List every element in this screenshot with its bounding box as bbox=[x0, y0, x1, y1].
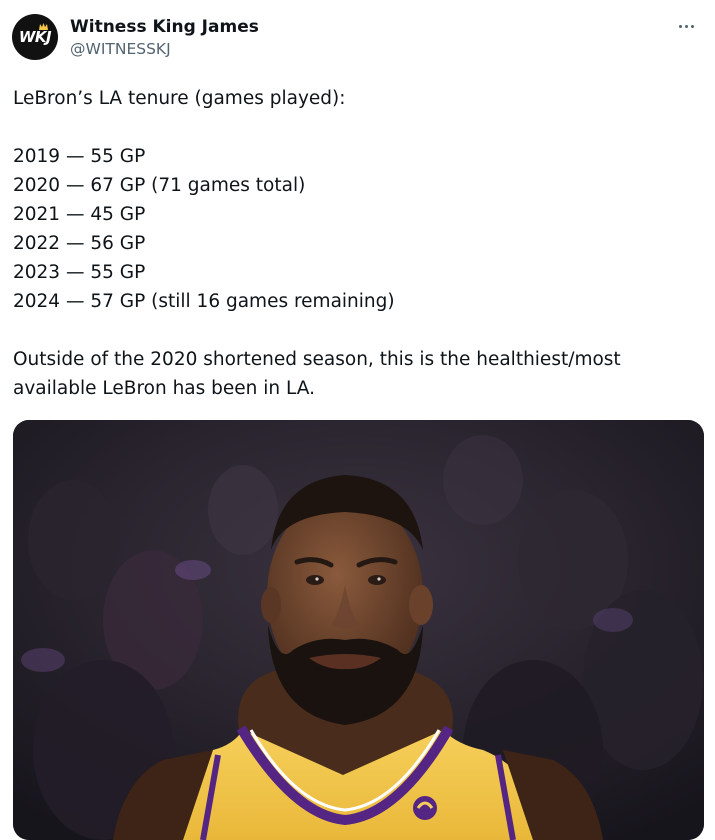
menu-dot bbox=[690, 24, 694, 28]
season-line: 2023 — 55 GP bbox=[13, 262, 146, 283]
menu-dot bbox=[678, 24, 682, 28]
tweet: WKJ Witness King James @WITNESSKJ LeBron… bbox=[0, 0, 715, 840]
display-name[interactable]: Witness King James bbox=[70, 16, 259, 38]
tweet-media-photo[interactable] bbox=[13, 420, 704, 840]
user-handle[interactable]: @WITNESSKJ bbox=[70, 38, 259, 60]
avatar-logo-text: WKJ bbox=[18, 28, 52, 46]
tweet-intro: LeBron’s LA tenure (games played): bbox=[13, 88, 346, 109]
season-line: 2019 — 55 GP bbox=[13, 146, 146, 167]
avatar[interactable]: WKJ bbox=[12, 14, 58, 60]
tweet-header: WKJ Witness King James @WITNESSKJ bbox=[12, 14, 704, 62]
season-line: 2020 — 67 GP (71 games total) bbox=[13, 175, 306, 196]
season-line: 2021 — 45 GP bbox=[13, 204, 146, 225]
crown-icon bbox=[39, 23, 48, 30]
season-line: 2022 — 56 GP bbox=[13, 233, 146, 254]
more-horizontal-icon[interactable] bbox=[674, 18, 698, 34]
tweet-text: LeBron’s LA tenure (games played): 2019 … bbox=[13, 84, 693, 403]
menu-dot bbox=[684, 24, 688, 28]
author-names: Witness King James @WITNESSKJ bbox=[70, 16, 259, 60]
closing-line: Outside of the 2020 shortened season, th… bbox=[13, 349, 621, 370]
season-line: 2024 — 57 GP (still 16 games remaining) bbox=[13, 291, 395, 312]
closing-line: available LeBron has been in LA. bbox=[13, 378, 315, 399]
player-photo bbox=[13, 420, 704, 840]
